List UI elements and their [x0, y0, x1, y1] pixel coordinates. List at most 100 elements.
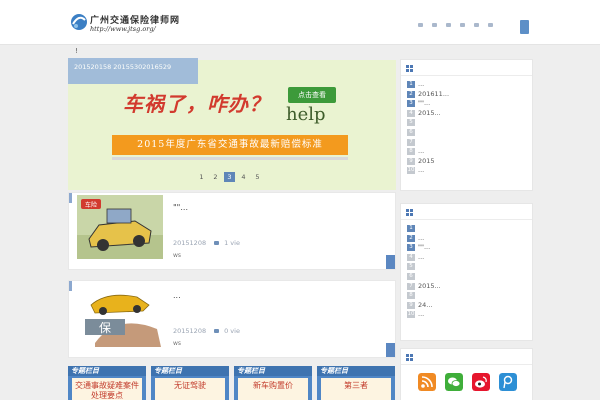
grid-icon [406, 354, 413, 361]
grid-icon [406, 209, 413, 216]
list-item[interactable]: 8 [407, 291, 527, 301]
list-item[interactable]: 7 2015... [407, 282, 527, 292]
rank-badge: 2 [407, 234, 415, 242]
nav-item[interactable] [432, 23, 437, 27]
view-now-button[interactable]: 点击查看 [288, 87, 336, 103]
list-item[interactable]: 3 ""... [407, 243, 527, 253]
list-item[interactable]: 6 [407, 272, 527, 282]
post-thumbnail[interactable]: 车险 [77, 195, 163, 259]
sidebar-widget-social [400, 348, 533, 400]
nav-item[interactable] [418, 23, 423, 27]
post-views: 1 vie [224, 239, 240, 247]
slider-banner-text: 2015年度广东省交通事故最新赔偿标准 [112, 135, 348, 155]
list-item-text: ... [418, 166, 425, 175]
list-item-text: 201611... [418, 89, 450, 98]
list-item-text: ""... [418, 99, 431, 108]
post-tag[interactable]: ws [173, 340, 181, 347]
list-item[interactable]: 1... [407, 80, 527, 90]
rank-badge: 9 [407, 157, 415, 165]
rss-icon[interactable] [418, 373, 436, 391]
search-button[interactable] [520, 20, 529, 34]
list-item-text: ... [418, 80, 425, 88]
list-item-text: 2015... [418, 108, 441, 117]
nav-item[interactable] [474, 23, 479, 27]
list-item-text: 2015 [418, 156, 435, 165]
list-item[interactable]: 8... [407, 147, 527, 157]
post-card: 车险 ""... 20151208 1 vie ws [68, 192, 396, 270]
slider-headline: 车祸了，咋办？ [123, 92, 270, 116]
slider-page-2[interactable]: 2 [210, 172, 221, 182]
post-date: 20151208 [173, 239, 207, 247]
wechat-icon[interactable] [445, 373, 463, 391]
rank-badge: 1 [407, 225, 415, 232]
category-box[interactable]: 专题栏目 无证驾驶 [151, 366, 229, 400]
slider-caption[interactable]: 201520158 20155302016529 [68, 58, 198, 84]
site-header: 广州交通保险律师网 http://www.jtsg.org/ [0, 0, 600, 45]
list-item[interactable]: 9 24... [407, 301, 527, 311]
list-item-text: 2015... [418, 281, 441, 290]
rank-badge: 2 [407, 90, 415, 98]
list-item-text: ... [418, 147, 425, 156]
category-box[interactable]: 专题栏目 第三者 [317, 366, 395, 400]
ranked-list: 1 2... 3 ""... 4... 5 6 7 2015... 8 9 24...… [401, 220, 532, 320]
list-item[interactable]: 2 201611... [407, 90, 527, 100]
list-item[interactable]: 5 [407, 262, 527, 272]
rank-badge: 10 [407, 311, 415, 319]
list-item[interactable]: 7 [407, 138, 527, 148]
slider-page-5[interactable]: 5 [252, 172, 263, 182]
site-url: http://www.jtsg.org/ [90, 25, 156, 33]
list-item[interactable]: 3 ""... [407, 99, 527, 109]
grid-icon [406, 65, 413, 72]
rank-badge: 7 [407, 282, 415, 290]
list-item[interactable]: 2... [407, 234, 527, 244]
category-box[interactable]: 专题栏目 交通事故疑难案件处理要点 [68, 366, 146, 400]
rank-badge: 4 [407, 109, 415, 117]
rank-badge: 8 [407, 292, 415, 300]
nav-item[interactable] [460, 23, 465, 27]
list-item[interactable]: 6 [407, 128, 527, 138]
slider-page-4[interactable]: 4 [238, 172, 249, 182]
rank-badge: 3 [407, 100, 415, 108]
sidebar-widget-popular: 1... 2 201611... 3 ""... 4 2015... 5 6 7 8.… [400, 59, 533, 191]
list-item-text: ... [418, 233, 425, 242]
rank-badge: 8 [407, 148, 415, 156]
list-item-text: ... [418, 310, 425, 319]
post-marker [69, 193, 72, 203]
nav-item[interactable] [446, 23, 451, 27]
widget-header [401, 204, 532, 220]
list-item-text: ""... [418, 243, 431, 252]
post-title[interactable]: ""... [173, 203, 188, 212]
rank-badge: 1 [407, 81, 415, 88]
list-item[interactable]: 10... [407, 166, 527, 176]
site-logo[interactable]: 广州交通保险律师网 http://www.jtsg.org/ [70, 12, 179, 36]
list-item[interactable]: 5 [407, 118, 527, 128]
rank-badge: 7 [407, 138, 415, 146]
category-body: 第三者 [321, 378, 391, 400]
rank-badge: 6 [407, 128, 415, 136]
category-header: 专题栏目 [317, 366, 395, 376]
post-card: 保 ... 20151208 0 vie ws [68, 280, 396, 358]
rank-badge: 6 [407, 272, 415, 280]
list-item[interactable]: 9 2015 [407, 157, 527, 167]
post-tag[interactable]: ws [173, 252, 181, 259]
post-thumbnail[interactable]: 保 [77, 283, 163, 347]
slider-page-3[interactable]: 3 [224, 172, 235, 182]
list-item[interactable]: 1 [407, 224, 527, 234]
list-item-text: ... [418, 252, 425, 261]
nav-item[interactable] [488, 23, 493, 27]
post-thumb-label: 保 [99, 321, 111, 335]
post-title[interactable]: ... [173, 291, 181, 300]
read-more-button[interactable] [386, 343, 395, 357]
rank-badge: 10 [407, 167, 415, 175]
list-item[interactable]: 4... [407, 253, 527, 263]
weibo-icon[interactable] [472, 373, 490, 391]
read-more-button[interactable] [386, 255, 395, 269]
slider-page-1[interactable]: 1 [196, 172, 207, 182]
post-meta: 20151208 1 vie [173, 239, 240, 247]
tencent-weibo-icon[interactable] [499, 373, 517, 391]
list-item[interactable]: 4 2015... [407, 109, 527, 119]
list-item[interactable]: 10... [407, 310, 527, 320]
category-box[interactable]: 专题栏目 新车购置价 [234, 366, 312, 400]
post-views: 0 vie [224, 327, 240, 335]
post-date: 20151208 [173, 327, 207, 335]
